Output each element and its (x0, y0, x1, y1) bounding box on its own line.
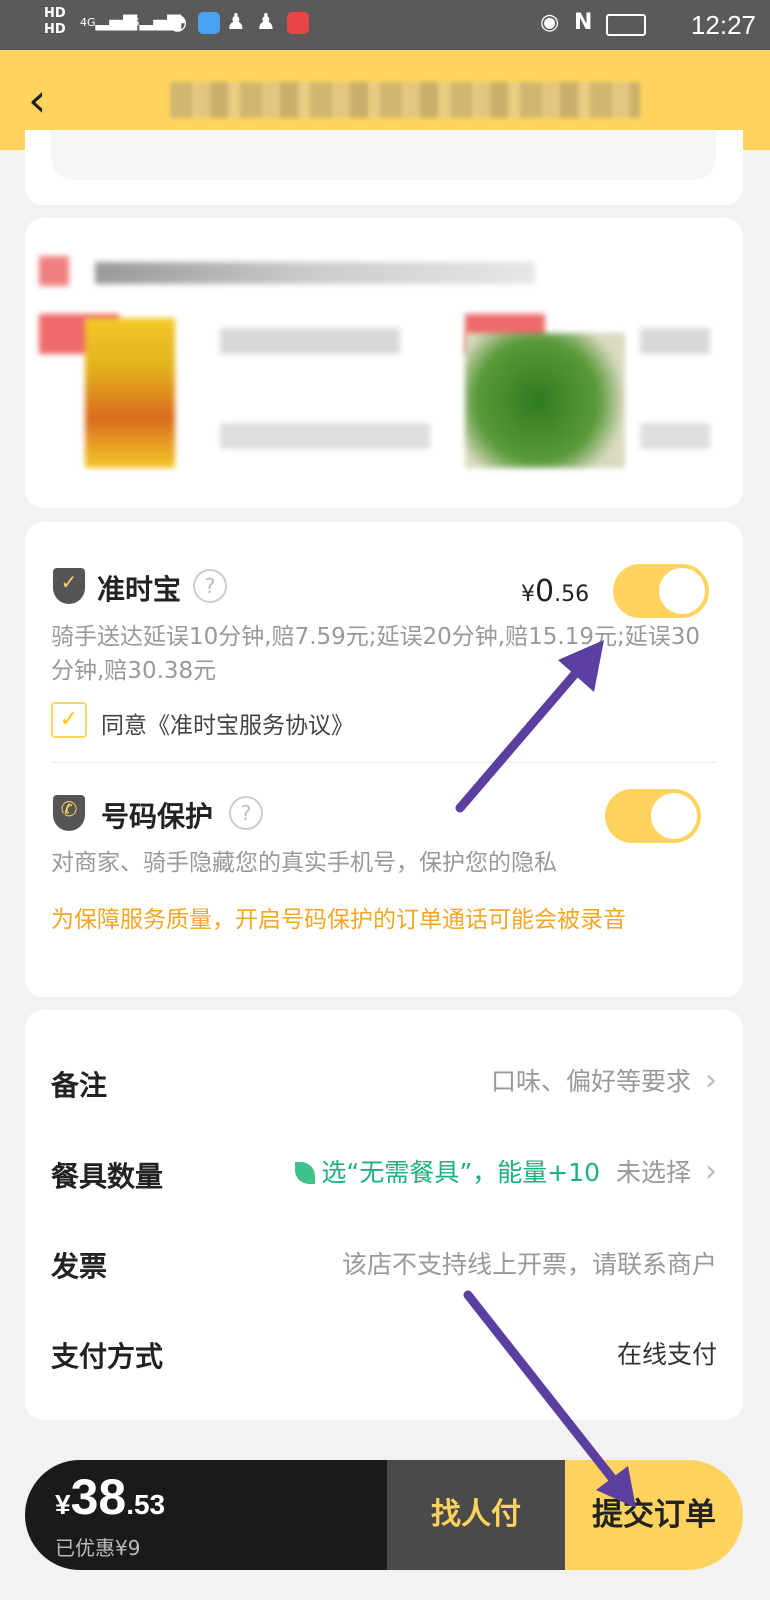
annotation-arrow-2 (463, 1290, 636, 1508)
annotation-arrow-1 (455, 640, 604, 813)
annotation-arrows (455, 640, 636, 1508)
